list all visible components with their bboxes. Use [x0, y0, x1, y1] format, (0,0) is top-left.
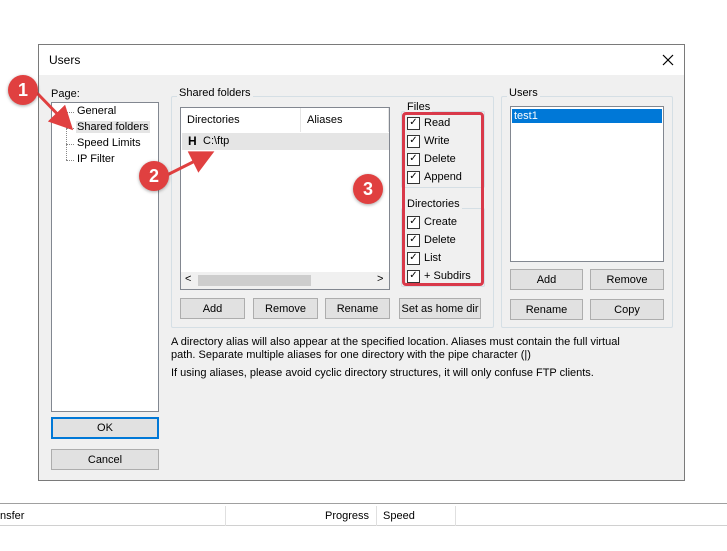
annotation-badge-1: 1 [8, 75, 38, 105]
status-separator [225, 506, 226, 526]
info-text-line1: A directory alias will also appear at th… [171, 336, 620, 348]
tree-connector [66, 128, 74, 129]
tree-item-speed-limits[interactable]: Speed Limits [76, 137, 142, 149]
ok-button[interactable]: OK [51, 417, 159, 439]
tree-item-shared-folders[interactable]: Shared folders [76, 121, 150, 133]
users-label: Users [507, 87, 540, 99]
add-user-button[interactable]: Add [510, 269, 583, 290]
transfer-status-bar: nsfer Progress Speed [0, 503, 727, 526]
annotation-badge-3: 3 [353, 174, 383, 204]
tree-connector [66, 160, 74, 161]
home-dir-flag: H [188, 134, 197, 148]
status-column-progress: Progress [325, 510, 370, 522]
tree-connector [66, 144, 74, 145]
tree-connector [66, 111, 67, 160]
scrollbar-thumb[interactable] [198, 275, 311, 286]
cancel-button[interactable]: Cancel [51, 449, 159, 470]
scroll-right-icon[interactable]: > [377, 273, 383, 285]
copy-user-button[interactable]: Copy [590, 299, 664, 320]
status-column-speed: Speed [383, 510, 415, 522]
title-bar: Users [39, 45, 684, 75]
horizontal-scrollbar[interactable]: < > [181, 272, 389, 289]
scroll-left-icon[interactable]: < [185, 273, 191, 285]
status-column-transfer: nsfer [0, 510, 25, 522]
remove-user-button[interactable]: Remove [590, 269, 664, 290]
window-title: Users [49, 53, 81, 67]
directory-cell: C:\ftp [203, 135, 230, 147]
tree-item-ip-filter[interactable]: IP Filter [76, 153, 116, 165]
set-home-dir-button[interactable]: Set as home dir [399, 298, 481, 319]
users-list[interactable]: test1 [510, 106, 664, 262]
shared-folders-label: Shared folders [177, 87, 253, 99]
tree-item-general[interactable]: General [76, 105, 117, 117]
remove-folder-button[interactable]: Remove [253, 298, 318, 319]
info-text-line2: path. Separate multiple aliases for one … [171, 349, 531, 361]
status-separator [455, 506, 456, 526]
rename-user-button[interactable]: Rename [510, 299, 583, 320]
list-item[interactable]: test1 [512, 109, 662, 123]
close-icon [662, 54, 674, 66]
add-folder-button[interactable]: Add [180, 298, 245, 319]
permissions-highlight-box [402, 112, 484, 286]
column-header-aliases[interactable]: Aliases [301, 108, 389, 132]
column-header-directories[interactable]: Directories [181, 108, 301, 132]
page-tree[interactable]: General Shared folders Speed Limits IP F… [51, 102, 159, 412]
info-text-line3: If using aliases, please avoid cyclic di… [171, 367, 594, 379]
status-separator [376, 506, 377, 526]
page-label: Page: [51, 88, 80, 100]
annotation-badge-2: 2 [139, 161, 169, 191]
tree-connector [66, 112, 74, 113]
users-dialog: Users Page: General Shared folders Speed… [38, 44, 685, 481]
close-button[interactable] [655, 48, 681, 72]
table-row[interactable]: H C:\ftp [182, 133, 389, 150]
rename-folder-button[interactable]: Rename [325, 298, 390, 319]
